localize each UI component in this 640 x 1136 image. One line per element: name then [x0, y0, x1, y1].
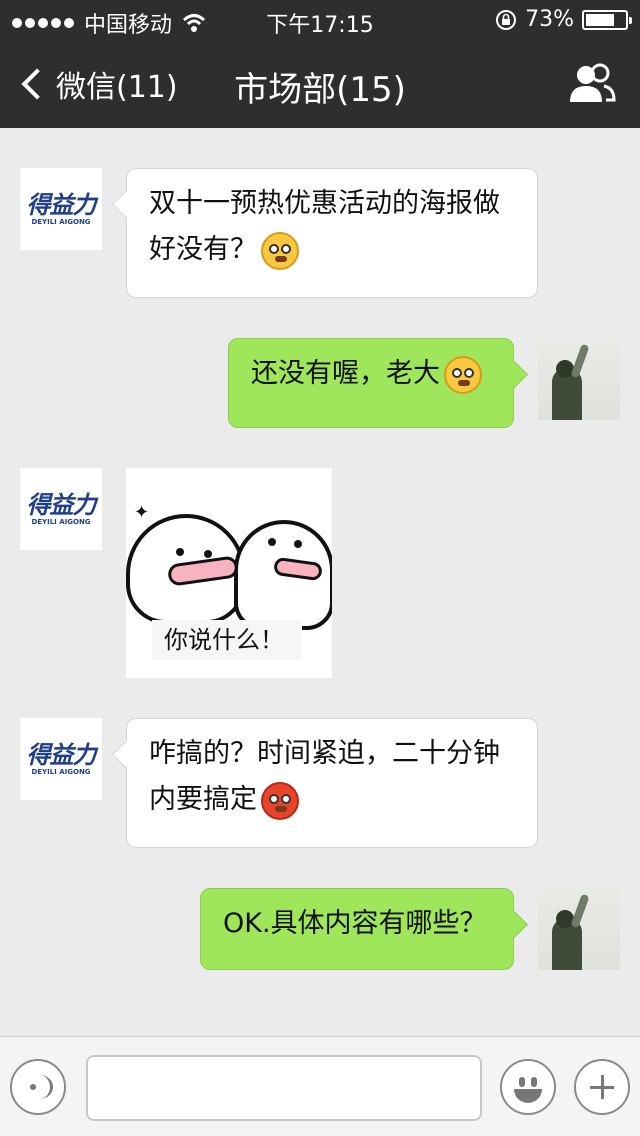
message-bubble-outgoing[interactable]: 还没有喔，老大 [228, 338, 514, 428]
input-bar [0, 1036, 640, 1136]
chat-area[interactable]: 得益力 DEYILI AIGONG 双十一预热优惠活动的海报做好没有？ 还没有喔… [0, 128, 640, 1036]
voice-icon[interactable] [10, 1059, 66, 1115]
avatar-deyili[interactable]: 得益力 DEYILI AIGONG [20, 168, 102, 250]
furious-face-icon [261, 781, 299, 820]
message-text: 还没有喔，老大 [251, 358, 440, 389]
message-text: 咋搞的？时间紧迫，二十分钟内要搞定 [149, 738, 500, 815]
anger-mark-icon: ✦ [134, 502, 150, 523]
avatar-deyili[interactable]: 得益力 DEYILI AIGONG [20, 468, 102, 550]
message-input[interactable] [86, 1055, 482, 1121]
group-icon[interactable] [568, 62, 616, 106]
rotation-lock-icon [496, 9, 517, 30]
battery-percent: 73% [525, 7, 574, 32]
message-bubble-incoming[interactable]: 咋搞的？时间紧迫，二十分钟内要搞定 [126, 718, 538, 848]
avatar-self[interactable] [538, 888, 620, 970]
angry-face-icon [444, 355, 482, 394]
status-bar: 中国移动 下午17:15 73% [0, 0, 640, 40]
battery-icon [582, 9, 632, 30]
chat-title: 市场部(15) [234, 70, 406, 110]
dizzy-face-icon [261, 231, 299, 270]
sticker-message[interactable]: ✦ 你说什么！ [126, 468, 332, 678]
sticker-caption: 你说什么！ [152, 620, 302, 660]
avatar-deyili[interactable]: 得益力 DEYILI AIGONG [20, 718, 102, 800]
message-bubble-outgoing[interactable]: OK.具体内容有哪些？ [200, 888, 514, 970]
nav-bar: 微信(11) 市场部(15) [0, 40, 640, 128]
emoji-icon[interactable] [500, 1059, 556, 1115]
message-text: 双十一预热优惠活动的海报做好没有？ [149, 188, 500, 265]
avatar-self[interactable] [538, 338, 620, 420]
message-bubble-incoming[interactable]: 双十一预热优惠活动的海报做好没有？ [126, 168, 538, 298]
message-text: OK.具体内容有哪些？ [223, 908, 487, 939]
plus-icon[interactable] [574, 1059, 630, 1115]
